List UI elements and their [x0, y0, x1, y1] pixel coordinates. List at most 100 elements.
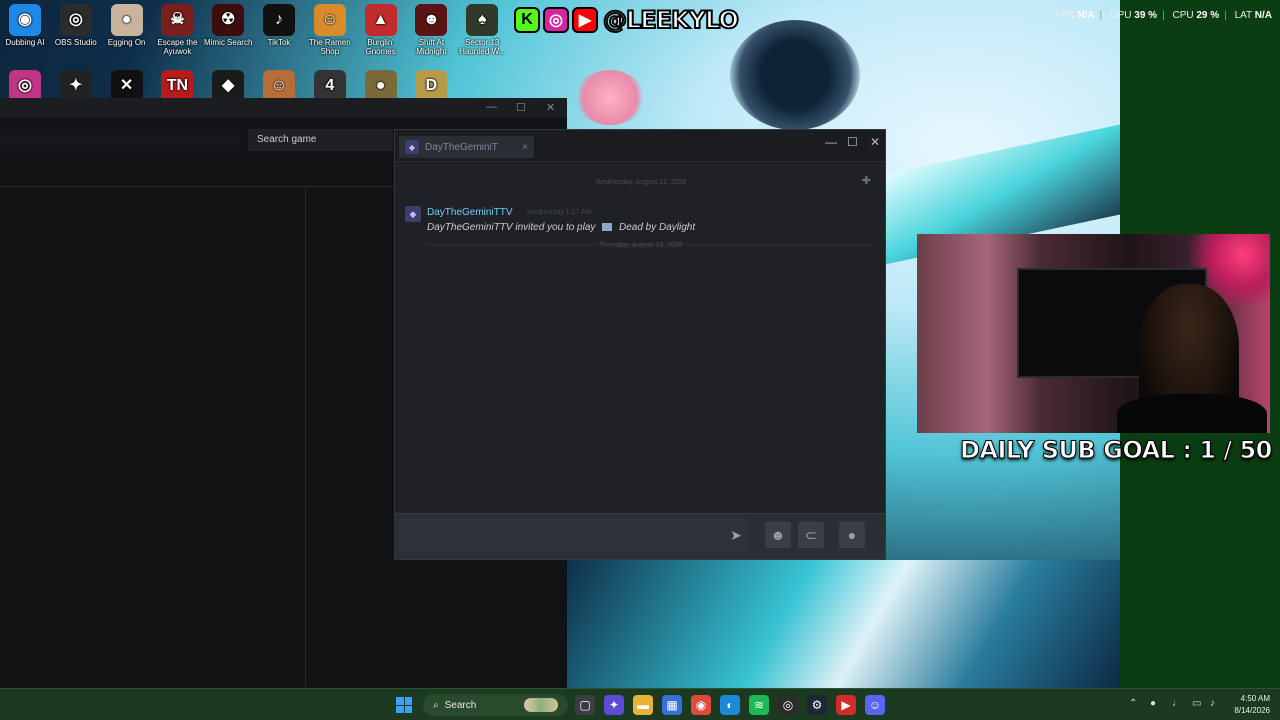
pin-icon[interactable]: ✚	[862, 174, 871, 187]
desktop-shortcut[interactable]: ♠ Sector 13 Haunted W...	[457, 0, 507, 57]
tab-close-icon[interactable]: ×	[522, 142, 528, 153]
date-separator-2: Thursday, August 13, 2026	[599, 242, 683, 249]
sector-13-icon: ♠	[466, 4, 499, 36]
chat-tab-label: DayTheGeminiT	[425, 141, 498, 153]
invite-text: DayTheGeminiTTV invited you to play	[427, 222, 596, 233]
daily-sub-goal: DAILY SUB GOAL : 1 / 50	[960, 436, 1273, 465]
chat-input-bar: ➤ ☻ ⊂ ●	[395, 513, 885, 559]
desktop-shortcut[interactable]: ☺ The Ramen Shop	[305, 0, 355, 57]
discord-icon[interactable]: ☺	[865, 695, 885, 715]
edge-icon[interactable]: ◐	[720, 695, 740, 715]
desktop-shortcut-label: OBS Studio	[54, 38, 97, 47]
left-window-titlebar[interactable]: — ☐ ✕	[0, 98, 567, 118]
send-icon[interactable]: ➤	[723, 522, 749, 548]
invite-game-name[interactable]: Dead by Daylight	[619, 222, 695, 233]
instagram-icon: ◎	[543, 7, 569, 33]
column-divider	[305, 187, 306, 687]
mimic-search-icon: ☢	[212, 4, 245, 36]
volume-icon[interactable]: ♪	[1210, 698, 1215, 709]
tray-app-icon[interactable]: ●	[1150, 698, 1156, 709]
taskbar-search[interactable]: ⌕ Search	[423, 694, 568, 716]
network-icon[interactable]: ▭	[1192, 698, 1201, 709]
dubbing-ai-icon: ◉	[9, 4, 41, 36]
ramen-shop-icon: ☺	[313, 4, 346, 36]
desktop-shortcut-label: Dubbing AI	[5, 38, 45, 47]
search-icon: ⌕	[433, 699, 439, 711]
message-timestamp: Wednesday 1:17 AM	[527, 209, 592, 216]
user-avatar-icon: ◆	[405, 140, 419, 154]
start-button[interactable]	[396, 697, 412, 713]
desktop-shortcut[interactable]: ● Egging On	[102, 0, 152, 48]
sender-avatar-icon: ◆	[405, 206, 421, 222]
gpu-value: 39 %	[1134, 10, 1158, 21]
desktop-shortcut-label: Shift At Midnight	[416, 38, 447, 56]
escape-the-ayuwok-icon: ☠	[161, 4, 194, 36]
lat-value: N/A	[1254, 10, 1272, 21]
spotify-icon[interactable]: ≋	[749, 695, 769, 715]
chat-minimize-icon[interactable]: —	[825, 135, 837, 149]
store-icon[interactable]: ▦	[662, 695, 682, 715]
attachment-icon[interactable]: ⊂	[798, 522, 824, 548]
desktop-shortcut[interactable]: ▲ Burglin' Gnomes	[356, 0, 406, 57]
close-icon[interactable]: ✕	[546, 101, 555, 114]
desktop-shortcut[interactable]: ♪ TikTok	[254, 0, 304, 48]
chat-tab[interactable]: ◆ DayTheGeminiT ×	[399, 136, 534, 158]
lat-label: LAT	[1234, 10, 1252, 21]
sender-name[interactable]: DayTheGeminiTTV	[427, 207, 513, 218]
gpu-label: GPU	[1109, 10, 1132, 21]
fps-value: N/A	[1077, 10, 1095, 21]
desktop-shortcut-label: The Ramen Shop	[308, 38, 351, 56]
cpu-value: 29 %	[1196, 10, 1220, 21]
desktop-shortcut[interactable]: ☢ Mimic Search	[203, 0, 253, 48]
social-handle: @LEEKYLO	[602, 5, 740, 35]
desktop-shortcut-label: Egging On	[107, 38, 146, 47]
performance-stats: FPS N/A | GPU 39 % | CPU 29 % | LAT N/A	[1054, 10, 1272, 21]
kick-icon: K	[514, 7, 540, 33]
chrome-icon[interactable]: ◉	[691, 695, 711, 715]
search-game-input[interactable]: Search game	[248, 129, 393, 151]
chat-close-icon[interactable]: ✕	[870, 135, 880, 149]
fps-label: FPS	[1054, 10, 1075, 21]
maximize-icon[interactable]: ☐	[516, 101, 526, 114]
egg-icon: ●	[110, 4, 143, 36]
taskbar-search-label: Search	[444, 699, 477, 711]
voice-icon[interactable]: ●	[839, 522, 865, 548]
task-view-icon[interactable]: ▢	[575, 695, 595, 715]
copilot-icon[interactable]: ✦	[604, 695, 624, 715]
microphone-icon[interactable]: ♩	[1172, 698, 1182, 709]
chat-window: ◆ DayTheGeminiT × — ☐ ✕ Wednesday, Augus…	[394, 129, 886, 560]
system-clock[interactable]: 4:50 AM 8/14/2026	[1234, 693, 1270, 716]
taskbar: ⌕ Search ▢ ✦ ▬ ▦ ◉ ◐ ≋ ◎ ⚙ ▶ ☺ ⌃ ● ♩ ▭ ♪…	[0, 688, 1280, 720]
desktop-shortcut-label: Burglin' Gnomes	[365, 38, 396, 56]
burglin-gnomes-icon: ▲	[364, 4, 397, 36]
game-icon	[602, 223, 613, 232]
tiktok-icon: ♪	[263, 4, 295, 36]
clock-time: 4:50 AM	[1240, 694, 1270, 703]
desktop-shortcut[interactable]: ☠ Escape the Ayuwok	[152, 0, 202, 57]
search-highlight-art	[524, 698, 558, 712]
chat-message-input[interactable]	[399, 519, 749, 551]
social-handle-overlay: K ◎ ▶ @LEEKYLO	[514, 4, 740, 36]
message-body: DayTheGeminiTTV invited you to play Dead…	[427, 222, 695, 233]
webcam-feed	[917, 234, 1270, 433]
steam-icon[interactable]: ⚙	[807, 695, 827, 715]
shift-at-midnight-icon: ☻	[415, 4, 448, 36]
obs-taskbar-icon[interactable]: ◎	[778, 695, 798, 715]
emoticon-icon[interactable]: ☻	[765, 522, 791, 548]
left-toolbar-strip	[0, 129, 240, 151]
minimize-icon[interactable]: —	[486, 101, 497, 113]
chat-tab-bar: ◆ DayTheGeminiT × — ☐ ✕	[395, 130, 885, 162]
desktop-shortcut[interactable]: ◉ Dubbing AI	[0, 0, 50, 48]
date-separator: Wednesday, August 12, 2026	[595, 179, 687, 186]
chat-maximize-icon[interactable]: ☐	[847, 135, 858, 149]
tiktok-live-icon[interactable]: ▶	[836, 695, 856, 715]
clock-date: 8/14/2026	[1234, 705, 1270, 715]
desktop-shortcut[interactable]: ◎ OBS Studio	[51, 0, 101, 48]
desktop-shortcut-label: TikTok	[267, 38, 291, 47]
file-explorer-icon[interactable]: ▬	[633, 695, 653, 715]
desktop-shortcut[interactable]: ☻ Shift At Midnight	[406, 0, 456, 57]
desktop-shortcut-label: Escape the Ayuwok	[157, 38, 198, 56]
obs-studio-icon: ◎	[59, 4, 92, 36]
show-hidden-icons[interactable]: ⌃	[1129, 698, 1137, 709]
cpu-label: CPU	[1172, 10, 1194, 21]
